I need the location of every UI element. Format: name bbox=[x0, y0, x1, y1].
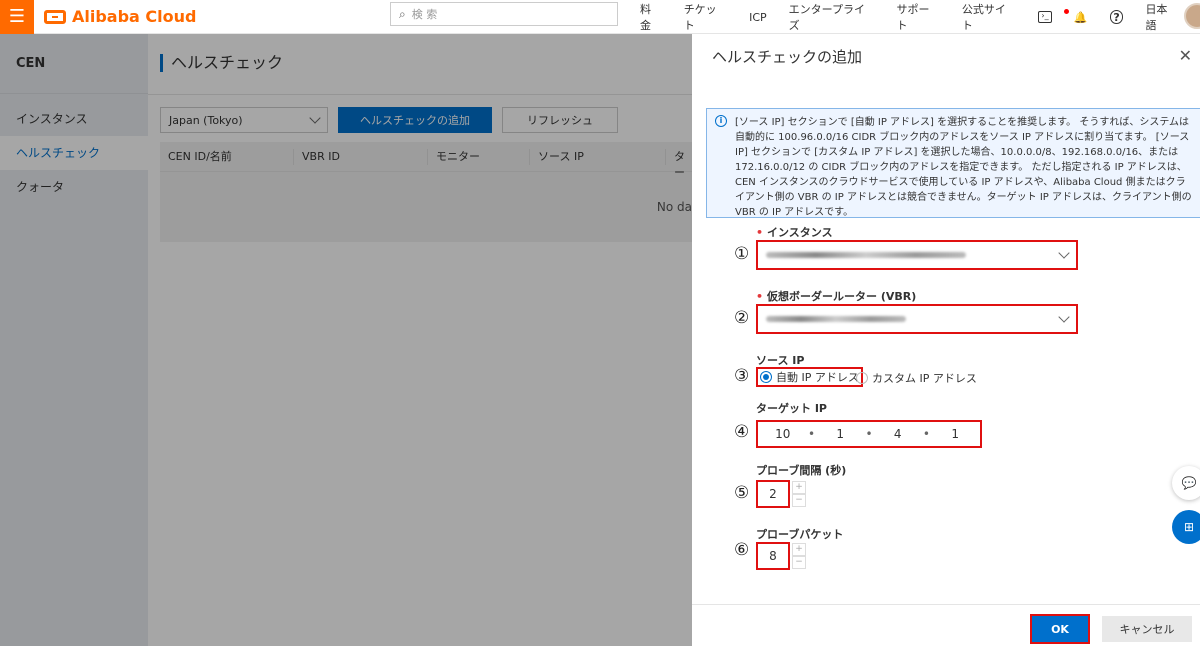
target-ip-label: ターゲット IP bbox=[756, 402, 827, 415]
apps-icon[interactable]: ⊞ bbox=[1172, 510, 1200, 544]
alibaba-cloud-logo-icon bbox=[44, 9, 66, 24]
nav-support[interactable]: サポート bbox=[896, 1, 939, 33]
divider bbox=[692, 604, 1200, 605]
search-placeholder: 検 索 bbox=[411, 8, 438, 21]
step-marker-4: ④ bbox=[734, 422, 750, 442]
ip-dot: • bbox=[865, 427, 873, 441]
instance-label: インスタンス bbox=[756, 224, 833, 240]
step-marker-6: ⑥ bbox=[734, 540, 750, 560]
bell-icon[interactable]: 🔔 bbox=[1063, 8, 1088, 24]
vbr-select[interactable] bbox=[756, 304, 1078, 334]
nav-pricing[interactable]: 料金 bbox=[640, 1, 662, 33]
nav-icp[interactable]: ICP bbox=[749, 11, 767, 24]
ok-button[interactable]: OK bbox=[1030, 614, 1090, 644]
decrement-icon[interactable]: − bbox=[792, 556, 806, 569]
instance-value-redacted bbox=[766, 252, 966, 258]
nav-official-site[interactable]: 公式サイト bbox=[962, 1, 1016, 33]
nav-enterprise[interactable]: エンタープライズ bbox=[789, 1, 875, 33]
radio-auto-ip-label: 自動 IP アドレス bbox=[776, 371, 859, 384]
step-marker-3: ③ bbox=[734, 366, 750, 386]
chevron-down-icon bbox=[1058, 247, 1070, 259]
cancel-button[interactable]: キャンセル bbox=[1102, 616, 1192, 642]
decrement-icon[interactable]: − bbox=[792, 494, 806, 507]
search-input[interactable]: ⌕ 検 索 bbox=[390, 2, 618, 26]
stepper-buttons: + − bbox=[792, 481, 806, 507]
step-marker-5: ⑤ bbox=[734, 483, 750, 503]
search-icon: ⌕ bbox=[399, 6, 406, 21]
probe-interval-stepper: 2 + − bbox=[756, 480, 806, 508]
chat-icon[interactable]: 💬 bbox=[1172, 466, 1200, 500]
menu-icon[interactable]: ☰ bbox=[0, 0, 34, 34]
ip-octet-4[interactable]: 1 bbox=[930, 423, 980, 445]
probe-interval-label: プローブ間隔 (秒) bbox=[756, 464, 847, 477]
increment-icon[interactable]: + bbox=[792, 543, 806, 556]
radio-selected-icon bbox=[760, 371, 772, 383]
stepper-buttons: + − bbox=[792, 543, 806, 569]
help-icon[interactable]: ? bbox=[1109, 10, 1124, 24]
source-ip-label: ソース IP bbox=[756, 354, 805, 367]
increment-icon[interactable]: + bbox=[792, 481, 806, 494]
instance-select[interactable] bbox=[756, 240, 1078, 270]
probe-packets-label: プローブパケット bbox=[756, 528, 844, 541]
info-icon: i bbox=[715, 115, 727, 127]
ip-dot: • bbox=[807, 427, 816, 441]
close-icon[interactable]: ✕ bbox=[1179, 46, 1192, 65]
step-marker-1: ① bbox=[734, 244, 750, 264]
nav-tickets[interactable]: チケット bbox=[684, 1, 727, 33]
notification-dot bbox=[1063, 8, 1069, 14]
terminal-icon[interactable]: ›_ bbox=[1038, 11, 1052, 23]
radio-auto-ip[interactable]: 自動 IP アドレス bbox=[756, 367, 863, 387]
top-navigation-bar: ☰ Alibaba Cloud ⌕ 検 索 料金 チケット ICP エンタープラ… bbox=[0, 0, 1200, 34]
top-nav: 料金 チケット ICP エンタープライズ サポート 公式サイト ›_ 🔔 ? 日… bbox=[640, 0, 1200, 34]
probe-packets-input[interactable]: 8 bbox=[756, 542, 790, 570]
language-selector[interactable]: 日本語 bbox=[1145, 1, 1178, 33]
logo-text: Alibaba Cloud bbox=[72, 7, 197, 26]
radio-custom-ip-label: カスタム IP アドレス bbox=[872, 372, 977, 385]
target-ip-input: 10 • 1 • 4 • 1 bbox=[756, 420, 982, 448]
vbr-value-redacted bbox=[766, 316, 906, 322]
drawer-title: ヘルスチェックの追加 bbox=[712, 48, 863, 66]
radio-custom-ip[interactable]: カスタム IP アドレス bbox=[856, 370, 977, 386]
ip-octet-1[interactable]: 10 bbox=[758, 423, 808, 445]
info-notice: i [ソース IP] セクションで [自動 IP アドレス] を選択することを推… bbox=[706, 108, 1200, 218]
modal-overlay[interactable] bbox=[0, 34, 692, 646]
probe-packets-stepper: 8 + − bbox=[756, 542, 806, 570]
chevron-down-icon bbox=[1058, 311, 1070, 323]
ip-octet-2[interactable]: 1 bbox=[815, 423, 865, 445]
step-marker-2: ② bbox=[734, 308, 750, 328]
probe-interval-input[interactable]: 2 bbox=[756, 480, 790, 508]
vbr-label: 仮想ボーダールーター (VBR) bbox=[756, 288, 916, 304]
radio-unselected-icon bbox=[856, 372, 868, 384]
logo[interactable]: Alibaba Cloud bbox=[44, 7, 196, 26]
info-text: [ソース IP] セクションで [自動 IP アドレス] を選択することを推奨し… bbox=[735, 117, 1192, 218]
ip-octet-3[interactable]: 4 bbox=[873, 423, 923, 445]
add-health-check-drawer: ヘルスチェックの追加 ✕ i [ソース IP] セクションで [自動 IP アド… bbox=[692, 34, 1200, 646]
ip-dot: • bbox=[922, 427, 930, 441]
